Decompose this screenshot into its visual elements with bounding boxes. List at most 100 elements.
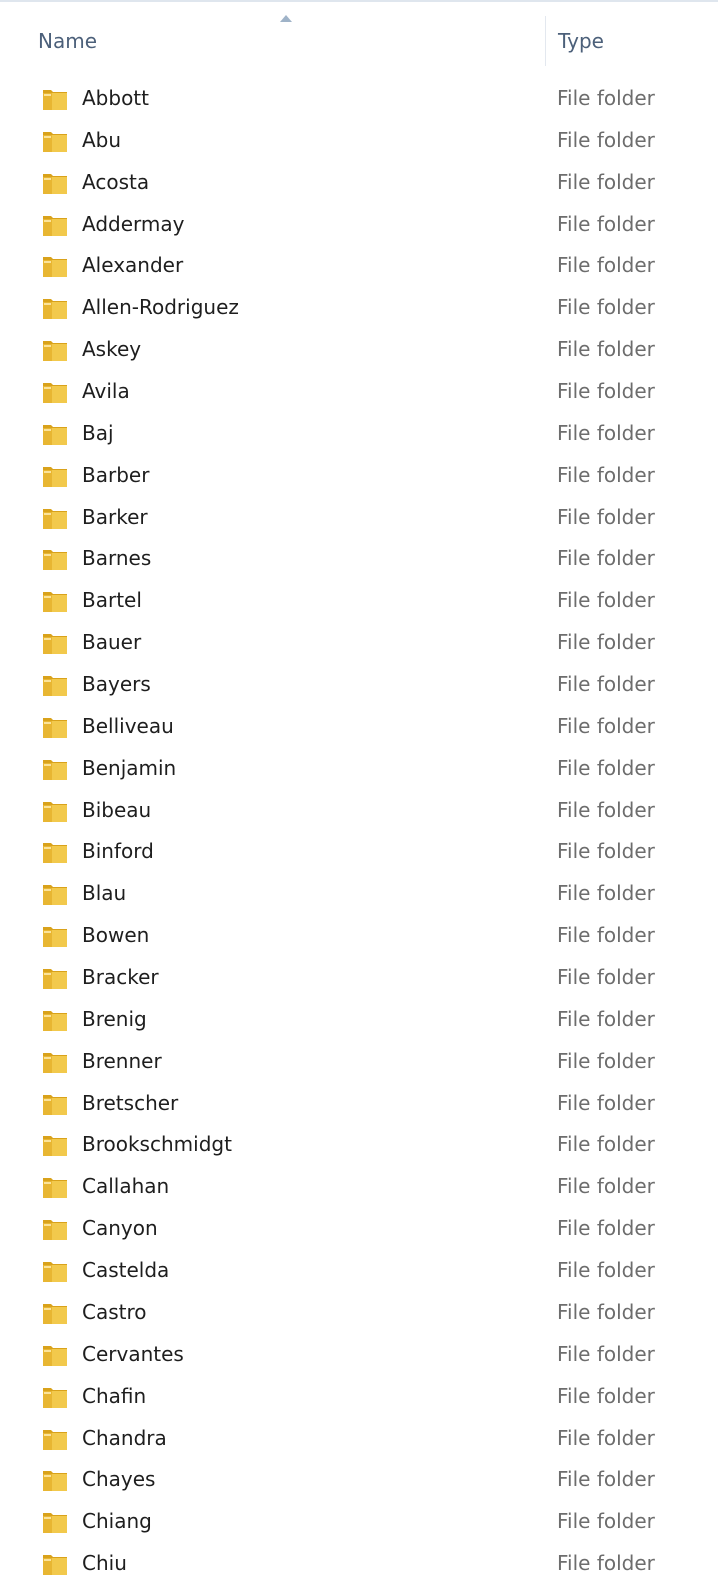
folder-icon [41, 714, 69, 740]
item-type: File folder [557, 1132, 655, 1157]
list-item[interactable]: Chandra File folder [0, 1418, 718, 1460]
folder-icon [41, 1007, 69, 1033]
folder-icon [41, 128, 69, 154]
folder-icon [41, 337, 69, 363]
item-type: File folder [557, 86, 655, 110]
list-item[interactable]: Bretscher File folder [0, 1083, 718, 1125]
list-item[interactable]: Baj File folder [0, 413, 718, 455]
item-type: File folder [557, 211, 655, 236]
list-item[interactable]: Bracker File folder [0, 957, 718, 999]
column-header-type[interactable]: Type [545, 12, 718, 70]
folder-icon [41, 1467, 69, 1493]
item-name: Allen-Rodriguez [82, 295, 239, 320]
item-name: Canyon [82, 1216, 158, 1241]
item-type: File folder [557, 169, 655, 194]
item-name: Barker [82, 504, 148, 529]
list-item[interactable]: Benjamin File folder [0, 748, 718, 790]
item-name: Bibeau [82, 797, 152, 822]
folder-icon [41, 253, 69, 279]
list-item[interactable]: Binford File folder [0, 831, 718, 873]
list-item[interactable]: Canyon File folder [0, 1208, 718, 1250]
item-name: Binford [82, 839, 154, 864]
item-name: Bowen [82, 923, 150, 948]
item-type: File folder [557, 1258, 655, 1283]
list-item[interactable]: Abbott File folder [0, 78, 718, 120]
list-item[interactable]: Chiang File folder [0, 1501, 718, 1543]
item-name: Brenig [82, 1006, 147, 1031]
item-name: Benjamin [82, 755, 177, 780]
item-type: File folder [557, 965, 655, 990]
list-item[interactable]: Bartel File folder [0, 580, 718, 622]
item-type: File folder [557, 1299, 655, 1324]
list-item[interactable]: Bayers File folder [0, 664, 718, 706]
list-item[interactable]: Bibeau File folder [0, 790, 718, 832]
list-item[interactable]: Abu File folder [0, 120, 718, 162]
folder-icon [41, 588, 69, 614]
item-type: File folder [557, 797, 655, 822]
item-name: Abu [82, 127, 122, 152]
column-header-name-label: Name [38, 29, 98, 53]
list-item[interactable]: Callahan File folder [0, 1166, 718, 1208]
item-type: File folder [557, 881, 655, 906]
item-name: Bracker [82, 965, 159, 990]
list-item[interactable]: Castelda File folder [0, 1250, 718, 1292]
list-item[interactable]: Addermay File folder [0, 204, 718, 246]
list-item[interactable]: Chiu File folder [0, 1543, 718, 1585]
item-type: File folder [557, 839, 655, 864]
column-header-name[interactable]: Name [0, 12, 545, 70]
list-item[interactable]: Avila File folder [0, 371, 718, 413]
item-name: Barnes [82, 546, 152, 571]
folder-icon [41, 212, 69, 238]
list-item[interactable]: Castro File folder [0, 1292, 718, 1334]
folder-icon [41, 295, 69, 321]
item-name: Belliveau [82, 713, 174, 738]
list-item[interactable]: Barnes File folder [0, 538, 718, 580]
item-name: Brenner [82, 1048, 162, 1073]
file-list: Abbott File folder Abu File folder Acosta Fil… [0, 78, 718, 1585]
folder-icon [41, 1049, 69, 1075]
item-type: File folder [557, 1174, 655, 1199]
item-type: File folder [557, 1006, 655, 1031]
item-name: Callahan [82, 1174, 170, 1199]
item-name: Brookschmidgt [82, 1132, 232, 1157]
list-item[interactable]: Chayes File folder [0, 1459, 718, 1501]
list-item[interactable]: Brenner File folder [0, 1041, 718, 1083]
list-item[interactable]: Allen-Rodriguez File folder [0, 287, 718, 329]
folder-icon [41, 923, 69, 949]
folder-icon [41, 463, 69, 489]
list-item[interactable]: Chafin File folder [0, 1376, 718, 1418]
item-type: File folder [557, 462, 655, 487]
item-type: File folder [557, 588, 655, 613]
list-item[interactable]: Askey File folder [0, 329, 718, 371]
list-item[interactable]: Bowen File folder [0, 915, 718, 957]
folder-icon [41, 798, 69, 824]
list-item[interactable]: Brookschmidgt File folder [0, 1124, 718, 1166]
folder-icon [41, 1132, 69, 1158]
item-type: File folder [557, 1383, 655, 1408]
item-type: File folder [557, 1509, 655, 1534]
list-item[interactable]: Alexander File folder [0, 245, 718, 287]
item-type: File folder [557, 295, 655, 320]
list-item[interactable]: Acosta File folder [0, 162, 718, 204]
item-name: Baj [82, 420, 114, 445]
list-item[interactable]: Barber File folder [0, 455, 718, 497]
item-type: File folder [557, 379, 655, 404]
folder-icon [41, 1091, 69, 1117]
item-type: File folder [557, 420, 655, 445]
item-name: Chiu [82, 1551, 127, 1576]
list-item[interactable]: Bauer File folder [0, 622, 718, 664]
list-item[interactable]: Blau File folder [0, 873, 718, 915]
folder-icon [41, 839, 69, 865]
folder-icon [41, 672, 69, 698]
list-item[interactable]: Brenig File folder [0, 999, 718, 1041]
folder-icon [41, 1384, 69, 1410]
list-item[interactable]: Barker File folder [0, 497, 718, 539]
folder-icon [41, 379, 69, 405]
folder-icon [41, 86, 69, 112]
list-item[interactable]: Cervantes File folder [0, 1334, 718, 1376]
item-type: File folder [557, 1048, 655, 1073]
list-item[interactable]: Belliveau File folder [0, 706, 718, 748]
item-type: File folder [557, 1425, 655, 1450]
item-type: File folder [557, 337, 655, 362]
item-name: Castelda [82, 1258, 170, 1283]
